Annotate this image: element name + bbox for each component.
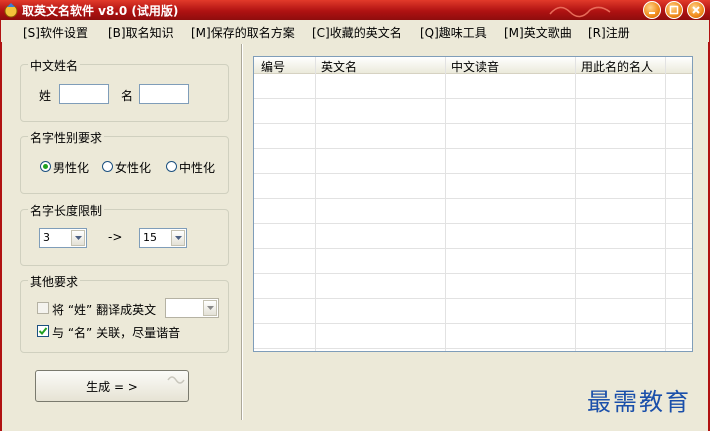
column-header-famous-people[interactable]: 用此名的名人	[581, 58, 653, 75]
surname-translation-dropdown-button[interactable]	[203, 300, 217, 316]
chinese-name-group-label: 中文姓名	[28, 57, 81, 74]
min-length-value: 3	[43, 231, 50, 244]
title-bar: 取英文名软件 v8.0 (试用版)	[0, 0, 710, 20]
menu-bar: [S]软件设置 [B]取名知识 [M]保存的取名方案 [C]收藏的英文名 [Q]…	[0, 20, 710, 42]
row-divider	[254, 273, 692, 274]
maximize-icon	[669, 5, 679, 15]
menu-english-songs[interactable]: [M]英文歌曲	[504, 24, 572, 41]
chevron-down-icon	[74, 236, 82, 240]
translate-surname-label: 将 “姓” 翻译成英文	[52, 303, 157, 317]
length-group-label: 名字长度限制	[28, 202, 105, 219]
minimize-icon	[649, 12, 655, 14]
row-divider	[254, 348, 692, 349]
row-divider	[254, 173, 692, 174]
radio-feminine-label[interactable]: 女性化	[115, 159, 151, 176]
menu-fun-tools[interactable]: [Q]趣味工具	[420, 24, 487, 41]
column-header-english-name[interactable]: 英文名	[321, 58, 357, 75]
row-divider	[254, 98, 692, 99]
radio-masculine-label[interactable]: 男性化	[53, 159, 89, 176]
relate-given-name-label: 与 “名” 关联，尽量谐音	[52, 326, 181, 340]
translate-surname-checkbox[interactable]	[37, 302, 49, 314]
column-divider	[575, 57, 576, 351]
table-header: 编号 英文名 中文读音 用此名的名人	[254, 57, 692, 75]
min-length-select[interactable]: 3	[39, 228, 87, 248]
row-divider	[254, 148, 692, 149]
relate-given-name-checkbox[interactable]	[37, 325, 49, 337]
panel-divider	[241, 44, 243, 420]
menu-software-settings[interactable]: [S]软件设置	[23, 24, 88, 41]
menu-saved-schemes[interactable]: [M]保存的取名方案	[191, 24, 295, 41]
watermark-text: 最需教育	[587, 388, 691, 416]
column-header-chinese-pronunciation[interactable]: 中文读音	[451, 58, 499, 75]
given-name-input[interactable]	[139, 84, 189, 104]
surname-translation-select[interactable]	[165, 298, 219, 318]
radio-neutral[interactable]	[166, 161, 177, 172]
max-length-dropdown-button[interactable]	[171, 230, 185, 246]
menu-favorite-names[interactable]: [C]收藏的英文名	[312, 24, 402, 41]
surname-input[interactable]	[59, 84, 109, 104]
column-divider	[445, 57, 446, 351]
column-divider	[315, 57, 316, 351]
max-length-value: 15	[143, 231, 157, 244]
chevron-down-icon	[206, 306, 214, 310]
length-range-arrow: ->	[108, 230, 123, 244]
maximize-button[interactable]	[665, 1, 683, 19]
max-length-select[interactable]: 15	[139, 228, 187, 248]
column-divider	[665, 57, 666, 351]
title-decoration	[549, 6, 611, 18]
results-table[interactable]: 编号 英文名 中文读音 用此名的名人	[253, 56, 693, 352]
minimize-button[interactable]	[643, 1, 661, 19]
column-header-number[interactable]: 编号	[261, 58, 285, 75]
given-name-label: 名	[121, 89, 134, 103]
app-icon	[4, 3, 18, 18]
radio-neutral-label[interactable]: 中性化	[179, 159, 215, 176]
swirl-decoration-icon	[167, 376, 185, 384]
checkmark-icon	[38, 327, 48, 335]
radio-masculine[interactable]	[40, 161, 51, 172]
radio-feminine[interactable]	[102, 161, 113, 172]
menu-register[interactable]: [R]注册	[588, 24, 630, 41]
row-divider	[254, 248, 692, 249]
min-length-dropdown-button[interactable]	[71, 230, 85, 246]
row-divider	[254, 298, 692, 299]
close-button[interactable]	[687, 1, 705, 19]
row-divider	[254, 198, 692, 199]
chevron-down-icon	[174, 236, 182, 240]
other-group-label: 其他要求	[28, 273, 81, 290]
window-title: 取英文名软件 v8.0 (试用版)	[22, 4, 179, 18]
row-divider	[254, 223, 692, 224]
row-divider	[254, 123, 692, 124]
generate-button-label: 生成 = >	[86, 379, 138, 394]
close-icon	[692, 6, 700, 14]
gender-group-label: 名字性别要求	[28, 129, 105, 146]
menu-naming-knowledge[interactable]: [B]取名知识	[108, 24, 174, 41]
generate-button[interactable]: 生成 = >	[35, 370, 189, 402]
row-divider	[254, 323, 692, 324]
surname-label: 姓	[39, 89, 52, 103]
